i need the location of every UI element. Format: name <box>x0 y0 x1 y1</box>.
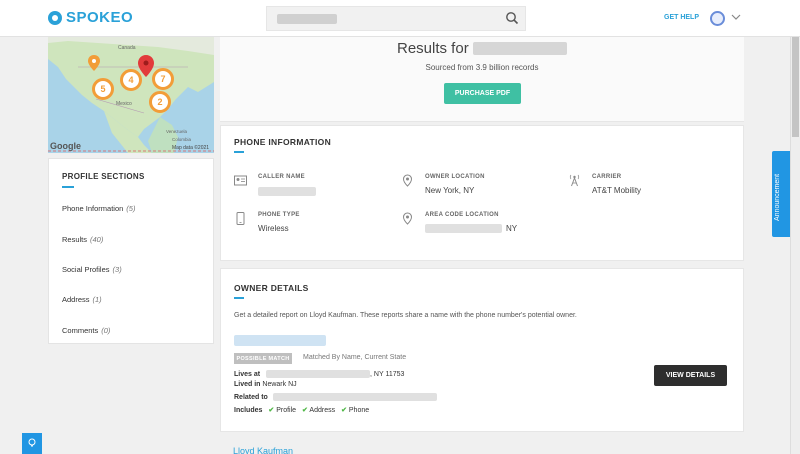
sidebar-item-label: Address <box>62 295 90 304</box>
sidebar-item-count: (40) <box>90 235 104 244</box>
phone-type-value: Wireless <box>258 224 289 233</box>
sidebar-item-label: Results <box>62 235 88 244</box>
area-code-location-value: NY <box>506 224 518 233</box>
location-pin-icon <box>402 174 413 187</box>
person-name-link-redacted[interactable] <box>234 335 326 346</box>
lived-in-row: Lived in Newark NJ <box>234 381 297 388</box>
phone-information-card: PHONE INFORMATION CALLER NAME OWNER LOCA… <box>220 125 744 261</box>
includes-item: Address <box>309 407 336 414</box>
match-criteria: Matched By Name, Current State <box>303 354 407 361</box>
sidebar-item-label: Comments <box>62 326 99 335</box>
google-logo: Google <box>50 141 81 151</box>
svg-text:Mexico: Mexico <box>116 101 132 107</box>
lived-in-label: Lived in <box>234 381 261 388</box>
related-to-row: Related to <box>234 393 437 401</box>
sidebar-item-address[interactable]: Address (1) <box>62 295 102 304</box>
results-subtitle: Sourced from 3.9 billion records <box>425 63 539 72</box>
top-navigation-bar: SPOKEO GET HELP <box>0 0 800 37</box>
chevron-down-icon[interactable] <box>731 13 741 21</box>
sidebar-title: PROFILE SECTIONS <box>62 172 145 181</box>
svg-text:Venezuela: Venezuela <box>166 129 188 134</box>
lightbulb-icon <box>28 438 36 447</box>
includes-item: Profile <box>276 407 297 414</box>
purchase-pdf-button[interactable]: PURCHASE PDF <box>444 83 521 104</box>
caller-name-label: CALLER NAME <box>258 174 305 180</box>
map-cluster[interactable]: 5 <box>92 78 114 100</box>
card-title-underline <box>234 297 244 299</box>
checkmark-icon: ✔ <box>341 407 347 414</box>
search-icon[interactable] <box>505 11 519 25</box>
related-to-label: Related to <box>234 393 268 401</box>
lives-at-value: , NY 11753 <box>370 370 405 378</box>
includes-row: Includes ✔ Profile ✔ Address ✔ Phone <box>234 406 369 414</box>
sidebar-title-underline <box>62 186 74 188</box>
logo-text: SPOKEO <box>66 9 134 26</box>
scrollbar-thumb[interactable] <box>792 37 799 137</box>
area-code-location-label: AREA CODE LOCATION <box>425 212 499 218</box>
svg-text:Colombia: Colombia <box>172 137 192 142</box>
map-cluster[interactable]: 7 <box>152 68 174 90</box>
searched-phone-redacted <box>473 42 567 55</box>
lightbulb-help-button[interactable] <box>22 433 42 454</box>
includes-item: Phone <box>348 407 370 414</box>
lives-at-label: Lives at <box>234 370 261 378</box>
sidebar-item-count: (1) <box>92 295 102 304</box>
sidebar-item-count: (0) <box>101 326 111 335</box>
sidebar-item-phone-information[interactable]: Phone Information (5) <box>62 204 135 213</box>
location-pin-icon <box>402 212 413 225</box>
lives-at-row: Lives at , NY 11753 <box>234 370 404 378</box>
sidebar-item-count: (3) <box>112 265 122 274</box>
phone-information-title: PHONE INFORMATION <box>234 137 332 147</box>
search-query-redacted <box>277 14 337 24</box>
lived-in-value: Newark NJ <box>262 381 297 388</box>
area-code-city-redacted <box>425 224 502 233</box>
phone-icon <box>236 212 245 225</box>
owner-details-description: Get a detailed report on Lloyd Kaufman. … <box>234 312 577 319</box>
results-title: Results for <box>397 40 469 57</box>
owner-details-title: OWNER DETAILS <box>234 283 309 293</box>
caller-name-redacted <box>258 187 316 196</box>
carrier-label: CARRIER <box>592 174 622 180</box>
search-input[interactable] <box>266 6 526 31</box>
get-help-link[interactable]: GET HELP <box>664 14 699 21</box>
view-details-button[interactable]: VIEW DETAILS <box>654 365 727 386</box>
announcement-tab[interactable]: Announcement <box>772 151 792 237</box>
owner-details-card: OWNER DETAILS Get a detailed report on L… <box>220 268 744 432</box>
checkmark-icon: ✔ <box>268 407 275 414</box>
results-map[interactable]: Canada Mexico Venezuela Colombia 5 4 7 2 <box>48 37 214 153</box>
id-card-icon <box>234 175 247 186</box>
sidebar-item-count: (5) <box>126 204 136 213</box>
sidebar-item-social-profiles[interactable]: Social Profiles (3) <box>62 265 122 274</box>
spokeo-logo[interactable]: SPOKEO <box>48 9 133 26</box>
user-avatar[interactable] <box>710 11 725 26</box>
phone-type-label: PHONE TYPE <box>258 212 300 218</box>
possible-match-badge: POSSIBLE MATCH <box>234 353 292 364</box>
checkmark-icon: ✔ <box>301 407 308 414</box>
results-header: Results for Sourced from 3.9 billion rec… <box>220 37 744 122</box>
profile-sections-panel: PROFILE SECTIONS Phone Information (5) Re… <box>48 158 214 344</box>
card-title-underline <box>234 151 244 153</box>
sidebar-item-comments[interactable]: Comments (0) <box>62 326 110 335</box>
cell-tower-icon <box>569 174 580 187</box>
page-scrollbar[interactable] <box>790 37 800 454</box>
map-graphic: Canada Mexico Venezuela Colombia <box>48 37 214 153</box>
map-cluster[interactable]: 2 <box>149 91 171 113</box>
map-attribution: Map data ©2021 <box>172 145 210 151</box>
sidebar-item-label: Social Profiles <box>62 265 110 274</box>
announcement-label: Announcement <box>774 173 781 221</box>
sidebar-item-label: Phone Information <box>62 204 124 213</box>
includes-label: Includes <box>234 407 263 414</box>
map-cluster[interactable]: 4 <box>120 69 142 91</box>
owner-location-value: New York, NY <box>425 186 475 195</box>
owner-location-label: OWNER LOCATION <box>425 174 485 180</box>
relatives-redacted <box>272 393 437 401</box>
carrier-value: AT&T Mobility <box>592 186 642 195</box>
svg-text:Canada: Canada <box>118 45 136 51</box>
next-person-link[interactable]: Lloyd Kaufman <box>233 446 293 454</box>
logo-icon <box>48 10 62 25</box>
sidebar-item-results[interactable]: Results (40) <box>62 235 103 244</box>
street-address-redacted <box>266 370 371 378</box>
